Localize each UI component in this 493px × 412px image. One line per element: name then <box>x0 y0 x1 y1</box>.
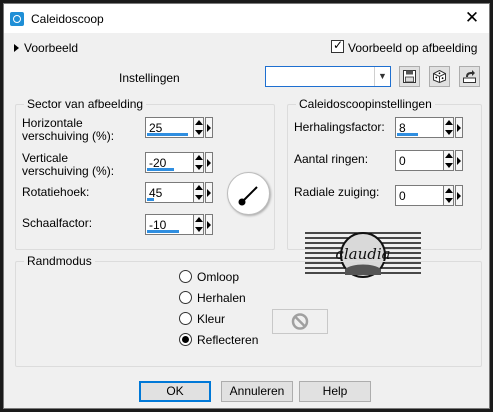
horizontal-offset-label-line2: verschuiving (%): <box>22 129 115 143</box>
presets-label: Instellingen <box>119 71 180 85</box>
radio-repeat-label: Herhalen <box>197 291 246 305</box>
rotation-flyout[interactable] <box>205 182 213 203</box>
radio-reflect-button[interactable] <box>179 333 192 346</box>
vertical-offset-slider[interactable] <box>147 168 174 171</box>
rotation-dial[interactable] <box>227 172 270 215</box>
vertical-offset-flyout[interactable] <box>205 152 213 173</box>
arrow-down-icon <box>445 198 453 203</box>
vertical-offset-input[interactable]: -20 <box>145 152 194 173</box>
arrow-down-icon <box>195 227 203 232</box>
radial-suction-stepper[interactable] <box>443 185 454 206</box>
repeat-factor-stepper[interactable] <box>443 117 454 138</box>
rings-count-flyout[interactable] <box>455 150 463 171</box>
horizontal-offset-input[interactable]: 25 <box>145 117 194 138</box>
arrow-down-icon <box>445 130 453 135</box>
app-icon <box>10 12 24 26</box>
vertical-offset-label-line2: verschuiving (%): <box>22 164 115 178</box>
cancel-button[interactable]: Annuleren <box>221 381 293 402</box>
rotation-label: Rotatiehoek: <box>22 185 90 199</box>
floppy-icon <box>403 70 416 83</box>
radio-wrap-button[interactable] <box>179 270 192 283</box>
horizontal-offset-flyout[interactable] <box>205 117 213 138</box>
preview-label: Voorbeeld <box>24 41 79 55</box>
close-icon[interactable]: ✕ <box>461 7 483 29</box>
arrow-up-icon <box>195 120 203 125</box>
arrow-up-icon <box>445 120 453 125</box>
rotation-input[interactable]: 45 <box>145 182 194 203</box>
rings-count-label: Aantal ringen: <box>294 152 369 166</box>
window-title: Caleidoscoop <box>31 12 104 26</box>
scale-input[interactable]: -10 <box>145 214 194 235</box>
checkmark-icon: ✓ <box>333 38 344 52</box>
scale-stepper[interactable] <box>193 214 204 235</box>
edge-color-swatch[interactable] <box>272 309 328 334</box>
arrow-up-icon <box>445 153 453 158</box>
help-button[interactable]: Help <box>299 381 371 402</box>
arrow-down-icon <box>195 165 203 170</box>
sector-group-title: Sector van afbeelding <box>24 97 147 111</box>
radio-color-label: Kleur <box>197 312 226 326</box>
preview-expander[interactable]: Voorbeeld <box>14 41 78 55</box>
presets-dropdown[interactable]: ▼ <box>265 66 391 87</box>
title-bar: Caleidoscoop ✕ <box>4 4 489 33</box>
arrow-up-icon <box>195 155 203 160</box>
expand-arrow-icon <box>14 44 19 52</box>
rings-count-input[interactable]: 0 <box>395 150 444 171</box>
horizontal-offset-stepper[interactable] <box>193 117 204 138</box>
dice-icon <box>433 69 446 84</box>
repeat-factor-flyout[interactable] <box>455 117 463 138</box>
arrow-down-icon <box>195 195 203 200</box>
radio-wrap-label: Omloop <box>197 270 240 284</box>
horizontal-offset-slider[interactable] <box>147 133 188 136</box>
repeat-factor-input[interactable]: 8 <box>395 117 444 138</box>
save-preset-button[interactable] <box>399 66 420 87</box>
edge-mode-group: Randmodus <box>15 254 482 367</box>
scale-slider[interactable] <box>147 230 179 233</box>
reset-button[interactable] <box>459 66 480 87</box>
preview-on-image-checkbox[interactable]: ✓ <box>331 38 344 53</box>
edge-mode-group-title: Randmodus <box>24 254 95 268</box>
rings-count-stepper[interactable] <box>443 150 454 171</box>
radial-suction-value: 0 <box>399 189 406 203</box>
repeat-factor-label: Herhalingsfactor: <box>294 120 385 134</box>
no-color-icon <box>291 313 309 330</box>
arrow-up-icon <box>195 217 203 222</box>
angle-needle-icon <box>238 186 258 206</box>
arrow-down-icon <box>445 163 453 168</box>
arrow-down-icon <box>195 130 203 135</box>
kaleidoscope-group-title: Caleidoscoopinstellingen <box>296 97 435 111</box>
rotation-stepper[interactable] <box>193 182 204 203</box>
rotation-slider[interactable] <box>147 198 154 201</box>
arrow-up-icon <box>195 185 203 190</box>
scale-label: Schaalfactor: <box>22 216 93 230</box>
arrow-up-icon <box>445 188 453 193</box>
randomize-button[interactable] <box>429 66 450 87</box>
chevron-down-icon[interactable]: ▼ <box>374 67 390 86</box>
rings-count-value: 0 <box>399 154 406 168</box>
vertical-offset-stepper[interactable] <box>193 152 204 173</box>
scale-flyout[interactable] <box>205 214 213 235</box>
radio-repeat-button[interactable] <box>179 291 192 304</box>
reset-icon <box>463 70 476 83</box>
radial-suction-flyout[interactable] <box>455 185 463 206</box>
radial-suction-label: Radiale zuiging: <box>294 185 380 199</box>
radio-color-button[interactable] <box>179 312 192 325</box>
radial-suction-input[interactable]: 0 <box>395 185 444 206</box>
radio-reflect-label: Reflecteren <box>197 333 259 347</box>
preview-on-image-label: Voorbeeld op afbeelding <box>348 41 478 55</box>
repeat-factor-slider[interactable] <box>397 133 418 136</box>
ok-button[interactable]: OK <box>139 381 211 402</box>
kaleidoscope-dialog: Caleidoscoop ✕ Voorbeeld ✓ Voorbeeld op … <box>3 3 490 409</box>
